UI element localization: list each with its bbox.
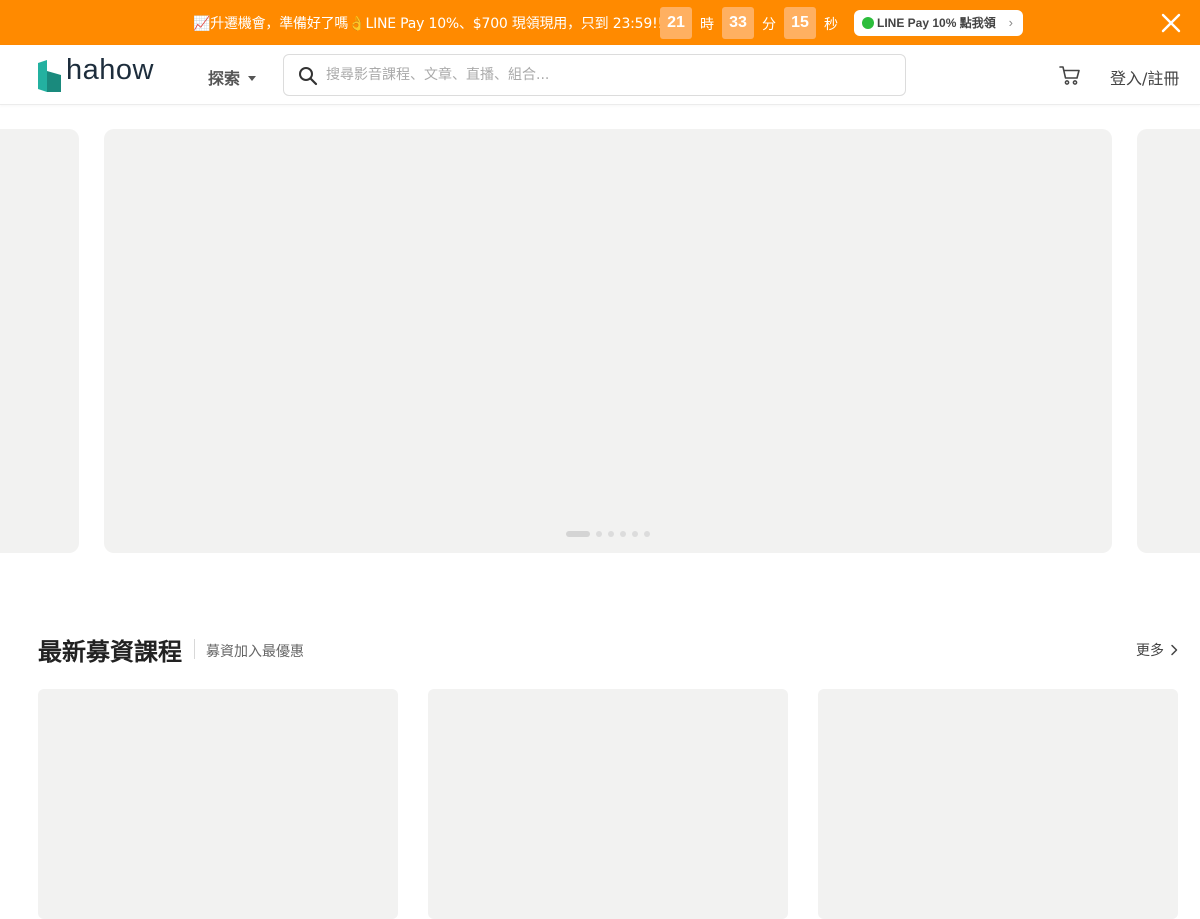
login-register-link[interactable]: 登入/註冊	[1110, 65, 1179, 89]
carousel-slide-active[interactable]	[104, 129, 1112, 553]
countdown-seconds-unit: 秒	[824, 17, 838, 33]
line-pay-dot-icon	[862, 17, 874, 29]
section-title: 最新募資課程	[38, 638, 182, 666]
countdown-hours: 21	[660, 7, 692, 39]
search-input[interactable]	[326, 64, 886, 86]
site-header: hahow 探索 登入/註冊	[0, 45, 1200, 105]
logo-text: hahow	[66, 54, 154, 86]
chevron-right-icon: ›	[1008, 15, 1013, 30]
countdown-minutes-unit: 分	[762, 17, 776, 33]
close-icon[interactable]	[1160, 12, 1182, 34]
chevron-right-icon	[1171, 644, 1178, 656]
hahow-logo-mark-icon	[38, 60, 61, 92]
carousel-slide-prev[interactable]	[0, 129, 79, 553]
search-icon	[299, 67, 318, 86]
more-link[interactable]: 更多	[1136, 640, 1178, 660]
caret-down-icon	[248, 76, 257, 81]
course-card[interactable]	[818, 689, 1178, 919]
line-pay-promo-button[interactable]: LINE Pay 10% 點我領 ›	[854, 10, 1023, 36]
cart-icon[interactable]	[1058, 63, 1082, 91]
carousel-slide-next[interactable]	[1137, 129, 1200, 553]
section-divider	[194, 639, 195, 659]
carousel-dot[interactable]	[566, 531, 590, 537]
search-box	[283, 54, 906, 96]
countdown-seconds: 15	[784, 7, 816, 39]
course-card[interactable]	[38, 689, 398, 919]
countdown-hours-unit: 時	[700, 17, 714, 33]
promo-text: 📈升遷機會，準備好了嗎👌LINE Pay 10%、$700 現領現用，只到 23…	[193, 16, 663, 32]
course-card[interactable]	[428, 689, 788, 919]
section-subtitle: 募資加入最優惠	[206, 644, 304, 660]
carousel-dot[interactable]	[608, 531, 614, 537]
carousel-dot[interactable]	[620, 531, 626, 537]
carousel-dot[interactable]	[632, 531, 638, 537]
carousel-dot[interactable]	[644, 531, 650, 537]
carousel-dot[interactable]	[596, 531, 602, 537]
hahow-logo[interactable]: hahow	[38, 54, 178, 92]
promo-cta-label: LINE Pay 10% 點我領	[877, 16, 996, 30]
countdown-minutes: 33	[722, 7, 754, 39]
promo-banner: 📈升遷機會，準備好了嗎👌LINE Pay 10%、$700 現領現用，只到 23…	[0, 0, 1200, 45]
explore-menu[interactable]: 探索	[208, 65, 257, 89]
more-label: 更多	[1136, 643, 1164, 659]
explore-label: 探索	[208, 69, 241, 88]
